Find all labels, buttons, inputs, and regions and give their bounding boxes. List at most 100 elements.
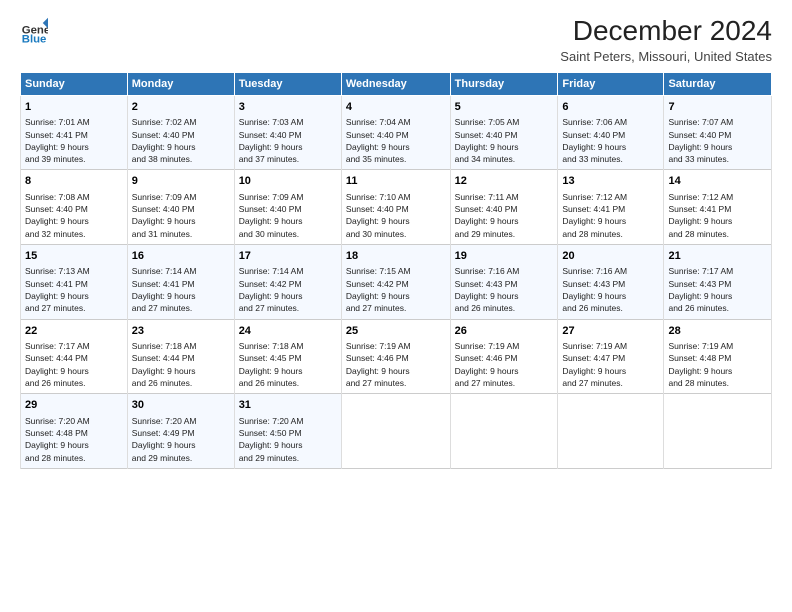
col-thursday: Thursday — [450, 72, 558, 95]
page: General Blue December 2024 Saint Peters,… — [0, 0, 792, 612]
day-info: Sunrise: 7:04 AMSunset: 4:40 PMDaylight:… — [346, 116, 446, 165]
table-row: 28Sunrise: 7:19 AMSunset: 4:48 PMDayligh… — [664, 319, 772, 394]
table-row: 9Sunrise: 7:09 AMSunset: 4:40 PMDaylight… — [127, 170, 234, 245]
day-info: Sunrise: 7:19 AMSunset: 4:47 PMDaylight:… — [562, 340, 659, 389]
table-row: 29 Sunrise: 7:20 AMSunset: 4:48 PMDayligh… — [21, 394, 128, 469]
day-number: 13 — [562, 174, 659, 189]
table-row: 6Sunrise: 7:06 AMSunset: 4:40 PMDaylight… — [558, 95, 664, 170]
day-number: 7 — [668, 100, 767, 115]
table-row: 17Sunrise: 7:14 AMSunset: 4:42 PMDayligh… — [234, 245, 341, 320]
day-number: 9 — [132, 174, 230, 189]
table-row: 12 Sunrise: 7:11 AMSunset: 4:40 PMDayligh… — [450, 170, 558, 245]
table-row: 31 Sunrise: 7:20 AMSunset: 4:50 PMDayligh… — [234, 394, 341, 469]
day-info: Sunrise: 7:05 AMSunset: 4:40 PMDaylight:… — [455, 116, 554, 165]
day-number: 31 — [239, 398, 337, 413]
table-row: 8Sunrise: 7:08 AMSunset: 4:40 PMDaylight… — [21, 170, 128, 245]
day-info: Sunrise: 7:16 AMSunset: 4:43 PMDaylight:… — [562, 265, 659, 314]
table-row: 3Sunrise: 7:03 AMSunset: 4:40 PMDaylight… — [234, 95, 341, 170]
day-info: Sunrise: 7:15 AMSunset: 4:42 PMDaylight:… — [346, 265, 446, 314]
day-number: 4 — [346, 100, 446, 115]
table-row: 19Sunrise: 7:16 AMSunset: 4:43 PMDayligh… — [450, 245, 558, 320]
day-info: Sunrise: 7:07 AMSunset: 4:40 PMDaylight:… — [668, 116, 767, 165]
day-info: Sunrise: 7:10 AMSunset: 4:40 PMDaylight:… — [346, 191, 446, 240]
day-number: 20 — [562, 249, 659, 264]
table-row: 23Sunrise: 7:18 AMSunset: 4:44 PMDayligh… — [127, 319, 234, 394]
table-row — [664, 394, 772, 469]
main-title: December 2024 — [560, 16, 772, 47]
day-number: 22 — [25, 324, 123, 339]
day-number: 10 — [239, 174, 337, 189]
table-row — [558, 394, 664, 469]
day-info: Sunrise: 7:13 AMSunset: 4:41 PMDaylight:… — [25, 265, 123, 314]
day-number: 5 — [455, 100, 554, 115]
day-info: Sunrise: 7:14 AMSunset: 4:42 PMDaylight:… — [239, 265, 337, 314]
calendar-table: Sunday Monday Tuesday Wednesday Thursday… — [20, 72, 772, 469]
logo-icon: General Blue — [20, 16, 48, 44]
day-number: 2 — [132, 100, 230, 115]
table-row: 22Sunrise: 7:17 AMSunset: 4:44 PMDayligh… — [21, 319, 128, 394]
day-info: Sunrise: 7:06 AMSunset: 4:40 PMDaylight:… — [562, 116, 659, 165]
col-saturday: Saturday — [664, 72, 772, 95]
col-friday: Friday — [558, 72, 664, 95]
day-number: 28 — [668, 324, 767, 339]
day-info: Sunrise: 7:16 AMSunset: 4:43 PMDaylight:… — [455, 265, 554, 314]
day-info: Sunrise: 7:14 AMSunset: 4:41 PMDaylight:… — [132, 265, 230, 314]
table-row: 15Sunrise: 7:13 AMSunset: 4:41 PMDayligh… — [21, 245, 128, 320]
table-row: 2Sunrise: 7:02 AMSunset: 4:40 PMDaylight… — [127, 95, 234, 170]
table-row: 5Sunrise: 7:05 AMSunset: 4:40 PMDaylight… — [450, 95, 558, 170]
table-row: 18Sunrise: 7:15 AMSunset: 4:42 PMDayligh… — [341, 245, 450, 320]
day-number: 27 — [562, 324, 659, 339]
day-info: Sunrise: 7:12 AMSunset: 4:41 PMDaylight:… — [668, 191, 767, 240]
day-info: Sunrise: 7:17 AMSunset: 4:44 PMDaylight:… — [25, 340, 123, 389]
day-number: 18 — [346, 249, 446, 264]
day-number: 12 — [455, 174, 554, 189]
day-info: Sunrise: 7:17 AMSunset: 4:43 PMDaylight:… — [668, 265, 767, 314]
logo: General Blue — [20, 16, 48, 44]
col-wednesday: Wednesday — [341, 72, 450, 95]
table-row: 20Sunrise: 7:16 AMSunset: 4:43 PMDayligh… — [558, 245, 664, 320]
day-info: Sunrise: 7:19 AMSunset: 4:46 PMDaylight:… — [455, 340, 554, 389]
day-info: Sunrise: 7:20 AMSunset: 4:48 PMDaylight:… — [25, 415, 123, 464]
table-row: 1Sunrise: 7:01 AMSunset: 4:41 PMDaylight… — [21, 95, 128, 170]
day-number: 25 — [346, 324, 446, 339]
calendar-week-row: 8Sunrise: 7:08 AMSunset: 4:40 PMDaylight… — [21, 170, 772, 245]
table-row: 16Sunrise: 7:14 AMSunset: 4:41 PMDayligh… — [127, 245, 234, 320]
day-info: Sunrise: 7:20 AMSunset: 4:50 PMDaylight:… — [239, 415, 337, 464]
day-number: 16 — [132, 249, 230, 264]
day-number: 6 — [562, 100, 659, 115]
calendar-week-row: 15Sunrise: 7:13 AMSunset: 4:41 PMDayligh… — [21, 245, 772, 320]
day-number: 23 — [132, 324, 230, 339]
day-number: 14 — [668, 174, 767, 189]
table-row: 26Sunrise: 7:19 AMSunset: 4:46 PMDayligh… — [450, 319, 558, 394]
day-number: 11 — [346, 174, 446, 189]
header: General Blue December 2024 Saint Peters,… — [20, 16, 772, 64]
day-info: Sunrise: 7:09 AMSunset: 4:40 PMDaylight:… — [239, 191, 337, 240]
day-info: Sunrise: 7:19 AMSunset: 4:48 PMDaylight:… — [668, 340, 767, 389]
calendar-week-row: 22Sunrise: 7:17 AMSunset: 4:44 PMDayligh… — [21, 319, 772, 394]
calendar-week-row: 1Sunrise: 7:01 AMSunset: 4:41 PMDaylight… — [21, 95, 772, 170]
table-row: 7Sunrise: 7:07 AMSunset: 4:40 PMDaylight… — [664, 95, 772, 170]
table-row: 4Sunrise: 7:04 AMSunset: 4:40 PMDaylight… — [341, 95, 450, 170]
subtitle: Saint Peters, Missouri, United States — [560, 49, 772, 64]
col-monday: Monday — [127, 72, 234, 95]
title-block: December 2024 Saint Peters, Missouri, Un… — [560, 16, 772, 64]
day-info: Sunrise: 7:12 AMSunset: 4:41 PMDaylight:… — [562, 191, 659, 240]
table-row: 11 Sunrise: 7:10 AMSunset: 4:40 PMDayligh… — [341, 170, 450, 245]
day-number: 17 — [239, 249, 337, 264]
day-info: Sunrise: 7:18 AMSunset: 4:45 PMDaylight:… — [239, 340, 337, 389]
col-tuesday: Tuesday — [234, 72, 341, 95]
day-info: Sunrise: 7:02 AMSunset: 4:40 PMDaylight:… — [132, 116, 230, 165]
svg-text:Blue: Blue — [22, 33, 47, 44]
day-number: 21 — [668, 249, 767, 264]
table-row: 24Sunrise: 7:18 AMSunset: 4:45 PMDayligh… — [234, 319, 341, 394]
table-row — [341, 394, 450, 469]
day-info: Sunrise: 7:11 AMSunset: 4:40 PMDaylight:… — [455, 191, 554, 240]
day-info: Sunrise: 7:01 AMSunset: 4:41 PMDaylight:… — [25, 116, 123, 165]
table-row: 25Sunrise: 7:19 AMSunset: 4:46 PMDayligh… — [341, 319, 450, 394]
table-row: 27Sunrise: 7:19 AMSunset: 4:47 PMDayligh… — [558, 319, 664, 394]
day-number: 29 — [25, 398, 123, 413]
day-number: 8 — [25, 174, 123, 189]
day-number: 15 — [25, 249, 123, 264]
day-number: 30 — [132, 398, 230, 413]
table-row: 30Sunrise: 7:20 AMSunset: 4:49 PMDayligh… — [127, 394, 234, 469]
